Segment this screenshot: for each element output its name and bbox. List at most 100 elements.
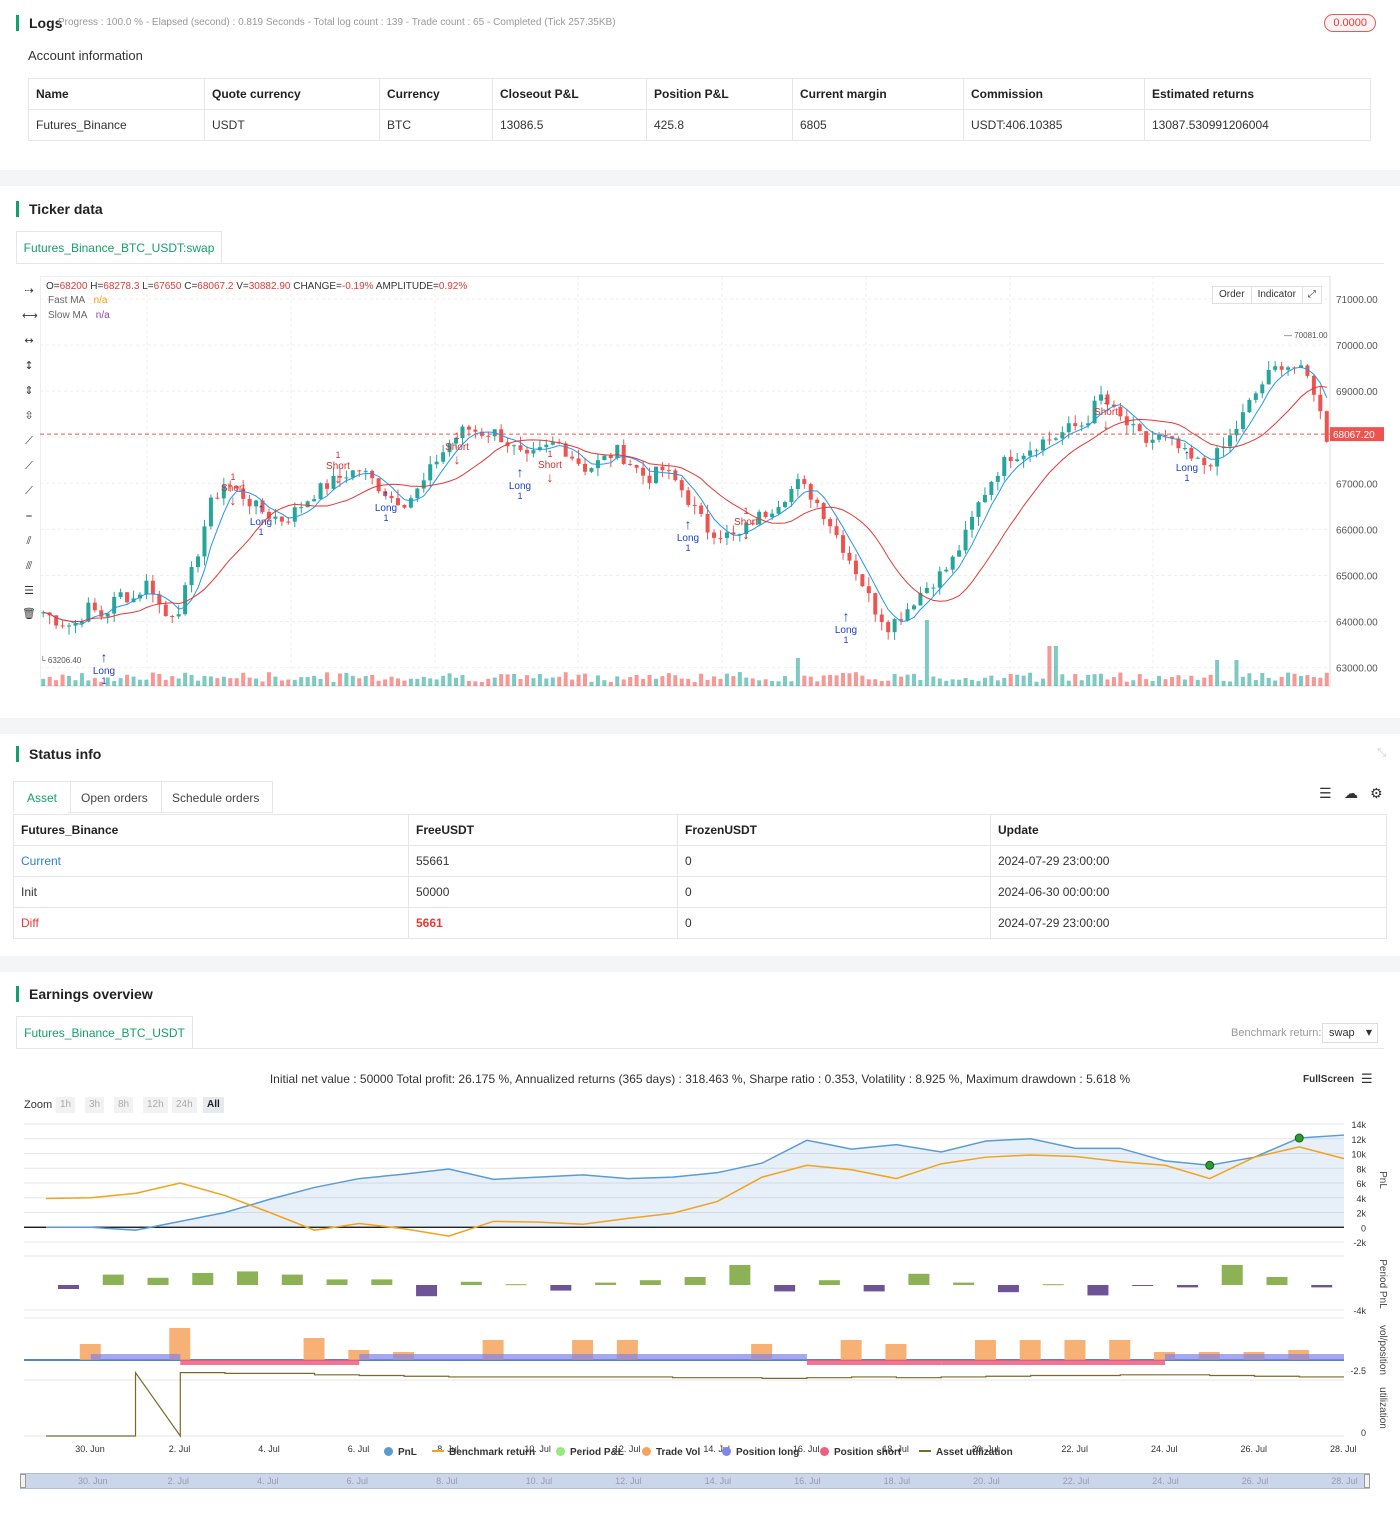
candlestick-chart[interactable]: ↑Long1↑Long1↑Long1↑Long1↑Long1↑Long1↑Lon… [40, 276, 1384, 688]
ray-line-icon[interactable]: ⟋ [22, 459, 36, 473]
volume-bar [363, 676, 368, 686]
account-cell: 13086.5 [492, 109, 647, 141]
candle-body [982, 494, 987, 503]
menu-icon[interactable]: ☰ [1361, 1072, 1373, 1087]
candle-body [1202, 457, 1207, 466]
volume-bar [1292, 673, 1297, 686]
legend-position-long[interactable]: Position long [722, 1447, 799, 1458]
trash-icon[interactable]: 🗑 [22, 607, 36, 621]
candle-body [344, 477, 349, 479]
horizontal-ray-icon[interactable]: ⟷ [22, 309, 38, 323]
volume-bar [157, 673, 162, 686]
candle-body [125, 592, 130, 603]
volume-bar [666, 673, 671, 686]
candle-body [163, 604, 168, 617]
cloud-download-icon[interactable]: ☁ [1344, 786, 1358, 802]
benchmark-select[interactable]: swap ▼ [1322, 1023, 1378, 1043]
long-signal-qty: 1 [101, 676, 106, 686]
ticker-tab[interactable]: Futures_Binance_BTC_USDT:swap [16, 231, 222, 264]
collapse-icon[interactable]: ⤡ [1377, 746, 1386, 760]
volume-bar [679, 678, 684, 686]
volume-bar [763, 679, 768, 686]
volume-bar [815, 681, 820, 686]
candle-body [1286, 367, 1291, 370]
vertical-line-icon[interactable]: ↕ [22, 359, 36, 373]
short-signal-qty: 1 [230, 472, 235, 482]
volume-bar [1253, 680, 1258, 686]
legend-position-short[interactable]: Position short [820, 1447, 901, 1458]
expand-icon[interactable]: ⤢ [1303, 287, 1321, 303]
volume-bar [821, 675, 826, 686]
zoom-1h-button[interactable]: 1h [56, 1097, 76, 1113]
volume-bar [1066, 680, 1071, 686]
volume-bar [1111, 677, 1116, 686]
candle-body [376, 478, 381, 492]
volume-bar [1215, 660, 1220, 686]
zoom-8h-button[interactable]: 8h [114, 1097, 134, 1113]
earnings-tab[interactable]: Futures_Binance_BTC_USDT [16, 1016, 193, 1049]
volume-bar [1324, 672, 1329, 686]
vertical-segment-icon[interactable]: ⇳ [22, 409, 36, 423]
price-tick-label: 71000.00 [1336, 295, 1378, 306]
legend-benchmark[interactable]: Benchmark return [432, 1447, 535, 1458]
candle-body [802, 479, 807, 485]
short-signal-qty: 1 [454, 431, 459, 441]
volume-bar [163, 679, 168, 686]
cursor-line-icon[interactable]: ⇢ [22, 284, 36, 298]
volume-bar [486, 678, 491, 686]
short-arrow: ↓ [1103, 416, 1110, 432]
segment-icon[interactable]: ⟋ [22, 484, 36, 498]
price-line-icon[interactable]: ⎯ [22, 509, 36, 523]
pnl-tick-label: 14k [1351, 1120, 1366, 1130]
zoom-all-button[interactable]: All [203, 1097, 224, 1113]
account-cell: USDT [204, 109, 380, 141]
trade-vol-bar [885, 1344, 907, 1360]
legend-trade-vol[interactable]: Trade Vol [642, 1447, 700, 1458]
order-button[interactable]: Order [1213, 287, 1252, 303]
volume-bar [402, 680, 407, 686]
volume-bar [512, 674, 517, 686]
zoom-3h-button[interactable]: 3h [85, 1097, 105, 1113]
account-header: Closeout P&L [492, 78, 647, 110]
parallel-line-icon[interactable]: ⫽ [22, 534, 36, 548]
tab-schedule-orders[interactable]: Schedule orders [159, 781, 274, 813]
asset-cell: 0 [677, 845, 991, 877]
zoom-12h-button[interactable]: 12h [143, 1097, 168, 1113]
vertical-ray-icon[interactable]: ⇕ [22, 384, 36, 398]
trade-vol-bar [1019, 1340, 1041, 1360]
volume-bar [221, 676, 226, 686]
earnings-chart[interactable]: 14k 12k 10k 8k 6k 4k 2k 0 -2k -4k -2.5 0 30. Jun 2. J… [0, 1118, 1400, 1498]
indicator-button[interactable]: Indicator [1252, 287, 1303, 303]
volume-bar [305, 677, 310, 686]
volume-bar [415, 678, 420, 686]
drawdown-start-marker [1205, 1160, 1215, 1170]
volume-bar [460, 675, 465, 686]
candle-body [1040, 439, 1045, 451]
fullscreen-button[interactable]: FullScreen [1303, 1074, 1354, 1085]
candle-body [1247, 399, 1252, 413]
volume-bar [86, 680, 91, 686]
channel-icon[interactable]: ☰ [22, 584, 36, 598]
volume-bar [544, 678, 549, 686]
logs-badge[interactable]: 0.0000 [1324, 14, 1376, 32]
position-long-band [90, 1354, 181, 1360]
trend-line-icon[interactable]: ⟋ [22, 434, 36, 448]
fib-icon[interactable]: ⫻ [22, 559, 36, 573]
candle-body [641, 467, 646, 476]
zoom-24h-button[interactable]: 24h [172, 1097, 197, 1113]
volume-bar [499, 674, 504, 686]
volume-bar [1157, 675, 1162, 686]
menu-icon[interactable]: ☰ [1319, 786, 1332, 802]
trade-vol-bar [840, 1340, 862, 1360]
position-short-band [806, 1360, 942, 1365]
volume-bar [1105, 679, 1110, 686]
legend-pnl[interactable]: PnL [384, 1447, 417, 1458]
volume-bar [989, 675, 994, 686]
legend-asset-utilization[interactable]: Asset utilization [919, 1447, 1013, 1458]
legend-period-pnl[interactable]: Period P&L [556, 1447, 624, 1458]
candle-body [105, 613, 110, 617]
horizontal-line-icon[interactable]: ↔ [22, 334, 36, 348]
tab-open-orders[interactable]: Open orders [68, 781, 162, 813]
tab-asset[interactable]: Asset [13, 781, 72, 813]
settings-icon[interactable]: ⚙ [1370, 786, 1383, 802]
